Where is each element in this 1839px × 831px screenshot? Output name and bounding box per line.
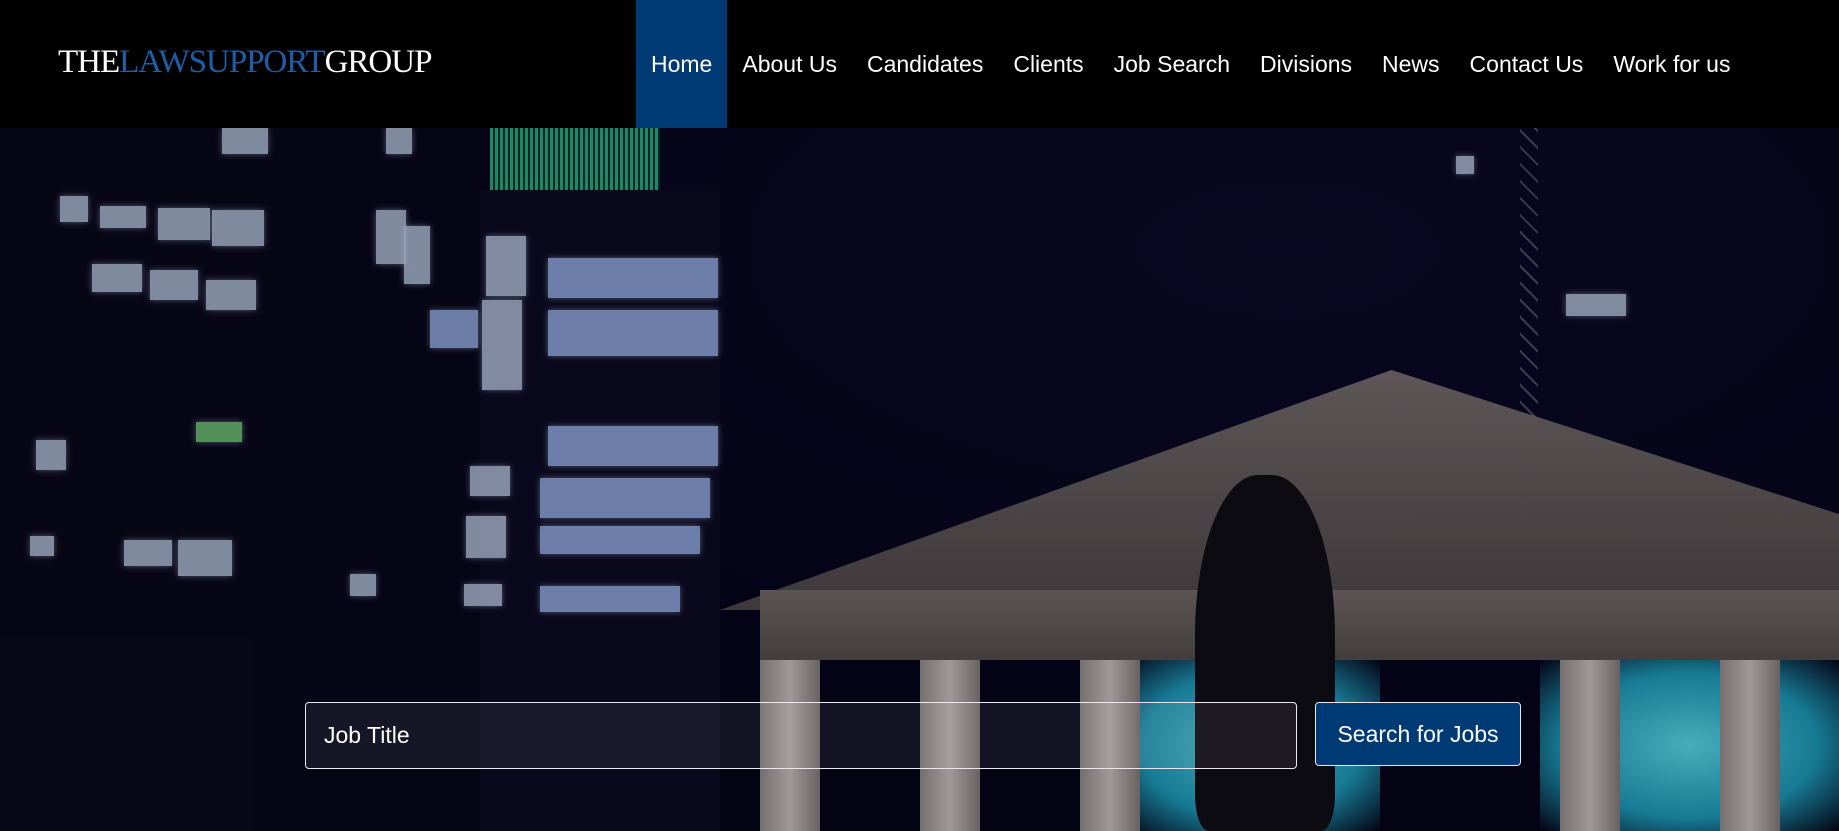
nav-item-clients[interactable]: Clients (998, 0, 1098, 128)
main-nav: Home About Us Candidates Clients Job Sea… (636, 0, 1745, 128)
search-for-jobs-button[interactable]: Search for Jobs (1315, 702, 1521, 766)
logo-the: THE (58, 44, 120, 80)
nav-item-about-us[interactable]: About Us (727, 0, 852, 128)
job-title-search-input[interactable] (305, 702, 1297, 769)
nav-item-candidates[interactable]: Candidates (852, 0, 998, 128)
nav-item-job-search[interactable]: Job Search (1099, 0, 1245, 128)
nav-item-contact-us[interactable]: Contact Us (1455, 0, 1599, 128)
nav-item-news[interactable]: News (1367, 0, 1455, 128)
site-header: THELAWSUPPORTGROUP Home About Us Candida… (0, 0, 1839, 128)
nav-item-work-for-us[interactable]: Work for us (1598, 0, 1745, 128)
logo-lawsupport: LAWSUPPORT (119, 44, 325, 80)
logo-group: GROUP (324, 44, 433, 80)
nav-item-home[interactable]: Home (636, 0, 728, 128)
site-logo[interactable]: THELAWSUPPORTGROUP (58, 44, 433, 81)
nav-item-divisions[interactable]: Divisions (1245, 0, 1367, 128)
